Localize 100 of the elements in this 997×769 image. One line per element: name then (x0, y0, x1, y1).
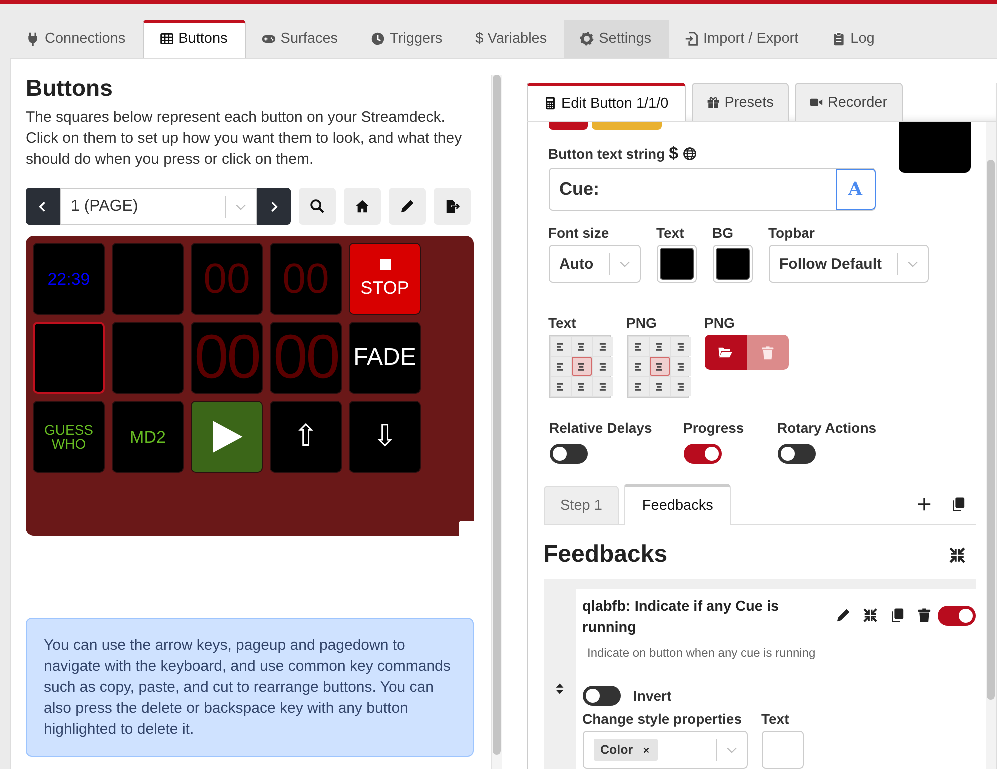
drag-handle-icon[interactable] (554, 682, 566, 696)
color-swatch[interactable] (592, 122, 662, 130)
deck-button[interactable]: STOP (349, 243, 421, 315)
grid-icon (160, 32, 174, 46)
clock-icon (371, 32, 386, 46)
collapse-icon (863, 608, 878, 623)
scrollbar[interactable] (490, 75, 502, 769)
align-option[interactable] (628, 337, 648, 356)
color-swatch[interactable] (548, 122, 588, 130)
align-option[interactable] (550, 337, 570, 356)
search-button[interactable] (299, 188, 336, 225)
plus-icon (917, 496, 932, 512)
color-picker[interactable] (656, 245, 696, 283)
deck-button[interactable] (191, 401, 263, 473)
page-selector[interactable]: 1 (PAGE) (26, 188, 291, 225)
deck-button[interactable]: GUESS WHO (33, 401, 105, 473)
globe-icon (682, 147, 697, 161)
section-title: Feedbacks (544, 541, 668, 569)
align-option[interactable] (572, 377, 592, 396)
upload-button[interactable] (704, 335, 746, 370)
text-align-icon (576, 360, 587, 372)
gift-icon (706, 96, 720, 109)
search-icon (310, 199, 325, 214)
text-align-icon (597, 340, 608, 352)
editor-tab[interactable]: Presets (692, 83, 789, 121)
align-option[interactable] (650, 357, 670, 376)
deck-button[interactable]: FADE (349, 322, 421, 394)
copy-icon (951, 496, 966, 512)
text-align-icon (633, 360, 644, 372)
toggle-switch[interactable] (684, 444, 722, 464)
nav-tab[interactable]: Import / Export (668, 20, 816, 58)
align-option[interactable] (670, 337, 690, 356)
calculator-icon (544, 97, 556, 110)
copy-icon (890, 608, 905, 623)
text-align-icon (654, 360, 665, 372)
align-option[interactable] (572, 357, 592, 376)
nav-tab[interactable]: Connections (10, 20, 143, 58)
field-label: Change style properties (582, 711, 743, 727)
video-camera-icon (810, 96, 823, 109)
step-tab[interactable]: Feedbacks (624, 484, 732, 525)
pencil-icon (400, 199, 415, 214)
color-picker[interactable] (712, 245, 752, 283)
align-option[interactable] (650, 377, 670, 396)
align-option[interactable] (592, 377, 612, 396)
field-label: BG (712, 225, 734, 241)
button-label: FADE (354, 346, 416, 370)
align-option[interactable] (550, 357, 570, 376)
align-option[interactable] (628, 377, 648, 396)
nav-tab[interactable]: $ Variables (460, 20, 564, 58)
nav-tab[interactable]: Surfaces (246, 20, 356, 58)
dropdown[interactable]: Follow Default (768, 245, 928, 283)
info-message: You can use the arrow keys, pageup and pagedown to navigate with the keyboard, and use common key commands such as copy, paste, and cut to rearrange buttons. You can also press the delete or backspace key with any button highlighted to delete it. (26, 618, 474, 757)
stop-icon (380, 259, 390, 270)
align-option[interactable] (572, 337, 592, 356)
pencil-icon (836, 608, 851, 623)
home-button[interactable] (344, 188, 381, 225)
align-option[interactable] (670, 377, 690, 396)
feedback-title: qlabfb: Indicate if any Cue is running (582, 598, 780, 638)
edit-button[interactable] (389, 188, 426, 225)
toggle-label: Invert (634, 688, 672, 704)
nav-tab[interactable]: Triggers (355, 20, 460, 58)
editor-tab[interactable]: Recorder (794, 83, 903, 121)
deck-button[interactable]: MD2 (112, 401, 184, 473)
editor-tab[interactable]: Edit Button 1/1/0 (526, 83, 686, 121)
multi-select[interactable]: Color (582, 731, 748, 769)
remove-icon[interactable] (642, 746, 652, 754)
text-align-icon (654, 340, 665, 352)
toggle-switch[interactable] (938, 606, 976, 626)
align-option[interactable] (550, 377, 570, 396)
nav-tab[interactable]: Settings (564, 20, 669, 58)
text-align-icon (654, 380, 665, 392)
align-option[interactable] (628, 357, 648, 376)
scrollbar[interactable] (986, 122, 996, 769)
folder-icon (718, 345, 733, 360)
deck-button[interactable]: ⇧ (270, 401, 342, 473)
export-button[interactable] (434, 188, 471, 225)
clipboard-icon (832, 32, 846, 46)
align-option[interactable] (650, 337, 670, 356)
text-align-icon (675, 340, 686, 352)
variable-icon: $ (669, 144, 679, 164)
step-tab[interactable]: Step 1 (544, 486, 620, 524)
nav-tab[interactable]: Log (816, 20, 892, 58)
plug-icon (26, 32, 40, 46)
field-label: Text (762, 711, 790, 727)
toggle-switch[interactable] (778, 444, 816, 464)
text-align-icon (576, 380, 587, 392)
field-label: Rotary Actions (778, 420, 877, 436)
align-option[interactable] (592, 357, 612, 376)
deck-button[interactable]: ⇩ (349, 401, 421, 473)
nav-tab[interactable]: Buttons (142, 20, 246, 58)
align-option[interactable] (592, 337, 612, 356)
text-field[interactable]: Cue: A (548, 168, 876, 211)
dropdown[interactable]: Auto (548, 245, 640, 283)
text-input[interactable] (762, 731, 804, 769)
toggle-switch[interactable] (550, 444, 588, 464)
button-label: MD2 (130, 428, 166, 446)
toggle-switch[interactable] (582, 686, 620, 706)
align-option[interactable] (670, 357, 690, 376)
section-title: Buttons (26, 75, 114, 102)
text-align-icon (555, 360, 566, 372)
